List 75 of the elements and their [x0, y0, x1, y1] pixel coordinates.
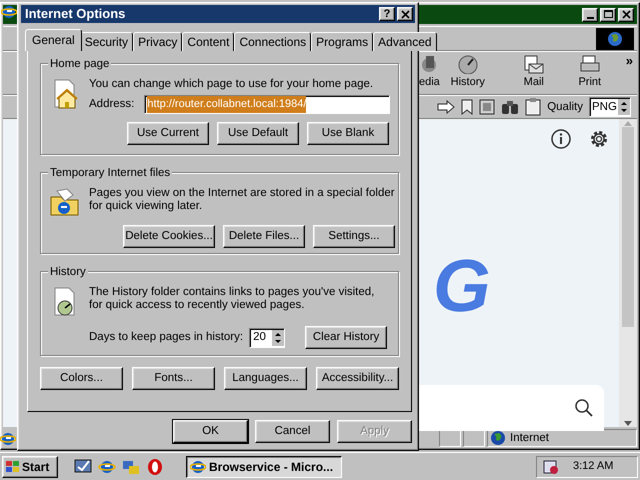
binoculars-icon[interactable] [501, 99, 520, 115]
scroll-thumb[interactable] [622, 127, 634, 327]
status-panel [463, 429, 485, 447]
window-title: Internet Options [25, 5, 126, 24]
arrow-right-icon[interactable] [437, 100, 456, 114]
tab[interactable]: General [25, 29, 82, 51]
info-icon[interactable] [551, 129, 571, 149]
days-label: Days to keep pages in history: [89, 331, 244, 344]
push-button[interactable]: Use Default [217, 122, 299, 145]
scrollbar[interactable] [619, 119, 637, 427]
close-button[interactable] [397, 7, 413, 21]
description: You can change which page to use for your home page. [89, 78, 374, 91]
push-button[interactable]: Use Blank [307, 122, 389, 145]
close-icon [400, 10, 410, 18]
start-button[interactable]: Start [2, 456, 58, 478]
bookmark-icon[interactable] [461, 99, 474, 115]
clock-icon [456, 54, 479, 74]
push-button[interactable]: Settings... [313, 225, 395, 248]
tab[interactable]: Advanced [373, 32, 437, 51]
push-button[interactable]: Use Current [127, 122, 209, 145]
toolbar-button[interactable]: Print [562, 54, 618, 90]
tab[interactable]: Privacy [133, 32, 182, 51]
push-button[interactable]: Languages... [224, 367, 307, 390]
search-icon[interactable] [574, 398, 594, 418]
zone-label: Internet [510, 432, 549, 444]
overflow-chevron[interactable]: » [626, 54, 633, 67]
mail-icon [522, 54, 545, 74]
desktop-icon[interactable] [74, 458, 92, 476]
close-icon [622, 10, 630, 19]
tab[interactable]: Programs [311, 32, 374, 51]
ie-icon[interactable] [1, 4, 17, 20]
page-icon[interactable] [479, 99, 496, 115]
description: Pages you view on the Internet are stored in a special folder for quick viewing later. [89, 187, 395, 213]
status-panel [439, 429, 461, 447]
spin-up-icon[interactable] [272, 330, 284, 338]
taskbar-button[interactable]: Browservice - Micro... [186, 456, 342, 478]
printer-icon [578, 54, 601, 74]
maximize-button[interactable] [600, 8, 616, 22]
tab[interactable]: Content [182, 32, 234, 51]
globe-icon [490, 430, 506, 446]
push-button[interactable]: Accessibility... [316, 367, 399, 390]
minimize-icon [586, 16, 594, 18]
spin-down-icon[interactable] [618, 107, 630, 115]
toolbar-button[interactable]: Mail [506, 54, 562, 90]
maximize-icon [604, 10, 612, 19]
quality-label: Quality [547, 100, 583, 114]
tab[interactable]: Connections [234, 32, 312, 51]
logo-text: G [433, 249, 491, 323]
description: The History folder contains links to pages you've visited, for quick access to recently viewed pages. [89, 286, 376, 312]
globe-icon [607, 30, 623, 46]
clock: 3:12 AM [573, 459, 614, 474]
help-button[interactable]: ? [379, 7, 395, 21]
push-button[interactable]: OK [173, 420, 248, 443]
ie-icon [190, 458, 206, 474]
spin-up-icon[interactable] [618, 99, 630, 107]
quality-spinner[interactable]: PNG [589, 97, 631, 117]
push-button[interactable]: Fonts... [132, 367, 215, 390]
push-button[interactable]: Cancel [255, 420, 330, 443]
days-spinner[interactable]: 20 [249, 328, 286, 348]
push-button[interactable]: Colors... [40, 367, 123, 390]
opera-icon[interactable] [146, 458, 164, 476]
clipboard-icon[interactable] [525, 98, 542, 116]
windows-logo-icon [6, 460, 20, 474]
push-button[interactable]: Delete Files... [223, 225, 305, 248]
scroll-down-icon[interactable] [623, 419, 633, 427]
clear-history-button[interactable]: Clear History [305, 326, 388, 349]
toolbar-button[interactable]: edia [406, 54, 440, 90]
address-label: Address: [89, 98, 134, 111]
close-button[interactable] [618, 8, 634, 22]
push-button[interactable]: Delete Cookies... [123, 225, 215, 248]
ie-icon[interactable] [0, 431, 16, 447]
toolbar-button[interactable]: History [440, 54, 496, 90]
settings-icon[interactable] [588, 128, 610, 150]
minimize-button[interactable] [582, 8, 598, 22]
tab[interactable]: Security [80, 32, 134, 51]
